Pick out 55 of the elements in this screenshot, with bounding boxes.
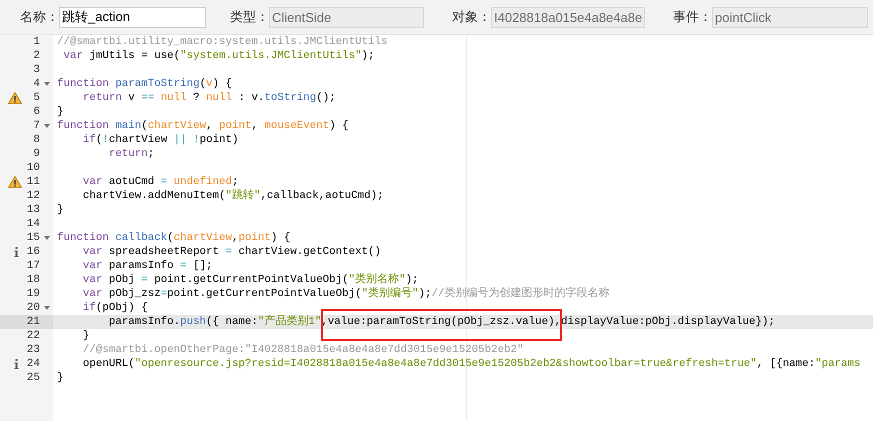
line-number: 9 xyxy=(33,147,40,161)
field-label: 名称： xyxy=(20,8,59,26)
line-number: 7 xyxy=(33,119,40,133)
code-line: var aotuCmd = undefined; xyxy=(82,175,238,189)
line-number: 1 xyxy=(33,35,40,49)
line-number: 3 xyxy=(33,63,40,77)
line-number: 25 xyxy=(26,371,40,385)
code-line: var spreadsheetReport = chartView.getContext() xyxy=(82,245,381,259)
code-line: if(!chartView || !point) xyxy=(82,133,238,147)
code-line: return v == null ? null : v.toString(); xyxy=(82,91,336,105)
field-label: 类型： xyxy=(230,8,269,26)
line-number: 23 xyxy=(26,343,40,357)
code-line: return; xyxy=(108,147,154,161)
fold-arrow-icon[interactable] xyxy=(44,236,50,240)
field-label: 对象： xyxy=(452,8,491,26)
line-number: 20 xyxy=(26,301,40,315)
code-line: openURL("openresource.jsp?resid=I4028818a015e4a8e4a8e7dd3015e9e15205b2eb2&showtoolbar=true&refresh=true", [{name:"params xyxy=(82,357,860,371)
code-line: var pObj_zsz=point.getCurrentPointValueObj("类别编号");//类别编号为创建图形时的字段名称 xyxy=(82,287,610,301)
line-number: 6 xyxy=(33,105,40,119)
line-number: 16 xyxy=(26,245,40,259)
code-line: chartView.addMenuItem("跳转",callback,aotuCmd); xyxy=(82,189,384,203)
line-number: 22 xyxy=(26,329,40,343)
line-number: 10 xyxy=(26,161,40,175)
line-number: 12 xyxy=(26,189,40,203)
line-number: 19 xyxy=(26,287,40,301)
fold-arrow-icon[interactable] xyxy=(44,82,50,86)
line-number: 11 xyxy=(26,175,40,189)
code-line: } xyxy=(82,329,90,343)
line-number: 14 xyxy=(26,217,40,231)
line-number: 21 xyxy=(26,315,40,329)
fold-arrow-icon[interactable] xyxy=(44,124,50,128)
line-number: 8 xyxy=(33,133,40,147)
line-number: 17 xyxy=(26,259,40,273)
code-line: var pObj = point.getCurrentPointValueObj("类别名称"); xyxy=(82,273,419,287)
code-line: function callback(chartView,point) { xyxy=(56,231,290,245)
code-line: function main(chartView, point, mouseEvent) { xyxy=(56,119,349,133)
field-label: 事件： xyxy=(673,8,712,26)
line-number: 5 xyxy=(33,91,40,105)
line-number: 2 xyxy=(33,49,40,63)
fold-arrow-icon[interactable] xyxy=(44,306,50,310)
code-line: } xyxy=(56,105,64,119)
line-number: 15 xyxy=(26,231,40,245)
code-line: function paramToString(v) { xyxy=(56,77,232,91)
code-line: //@smartbi.openOtherPage:"I4028818a015e4a8e4a8e7dd3015e9e15205b2eb2" xyxy=(82,343,524,357)
line-number: 18 xyxy=(26,273,40,287)
code-line: var paramsInfo = []; xyxy=(82,259,213,273)
code-line: } xyxy=(56,371,64,385)
code-line: } xyxy=(56,203,64,217)
code-line: var jmUtils = use("system.utils.JMClientUtils"); xyxy=(62,49,375,63)
code-line: if(pObj) { xyxy=(82,301,148,315)
text-field[interactable]: 跳转_action xyxy=(59,6,206,28)
code-line: //@smartbi.utility_macro:system.utils.JMClientUtils xyxy=(56,35,388,49)
line-number: 13 xyxy=(26,203,40,217)
line-number: 24 xyxy=(26,357,40,371)
line-number: 4 xyxy=(33,77,40,91)
